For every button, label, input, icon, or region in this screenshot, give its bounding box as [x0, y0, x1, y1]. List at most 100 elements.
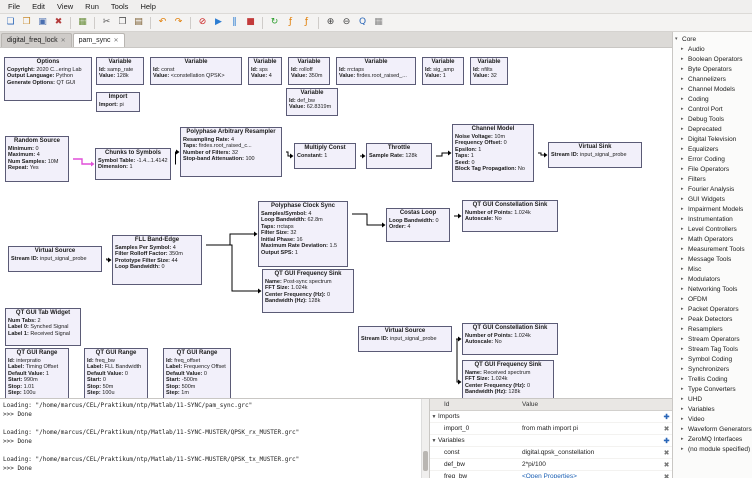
input-port[interactable] — [262, 288, 263, 296]
collapsed-arrow-icon[interactable]: ▸ — [681, 136, 686, 142]
collapsed-arrow-icon[interactable]: ▸ — [681, 246, 686, 252]
collapsed-arrow-icon[interactable]: ▸ — [681, 396, 686, 402]
block-multiply_const[interactable]: Multiply ConstConstant: 1 — [294, 143, 356, 169]
collapsed-arrow-icon[interactable]: ▸ — [681, 146, 686, 152]
remove-entry-icon[interactable]: ✖ — [661, 461, 672, 469]
library-item-waveform-generators[interactable]: ▸Waveform Generators — [673, 424, 752, 434]
collapsed-arrow-icon[interactable]: ▸ — [681, 126, 686, 132]
expanded-arrow-icon[interactable]: ▼ — [430, 438, 438, 444]
collapsed-arrow-icon[interactable]: ▸ — [681, 276, 686, 282]
execute-button[interactable]: ▶ — [211, 15, 226, 30]
input-port[interactable] — [180, 149, 181, 157]
collapsed-arrow-icon[interactable]: ▸ — [681, 236, 686, 242]
library-item-debug-tools[interactable]: ▸Debug Tools — [673, 114, 752, 124]
library-item-gui-widgets[interactable]: ▸GUI Widgets — [673, 194, 752, 204]
library-item-byte-operators[interactable]: ▸Byte Operators — [673, 64, 752, 74]
library-item-packet-operators[interactable]: ▸Packet Operators — [673, 304, 752, 314]
kill-button[interactable]: ■ — [243, 15, 258, 30]
output-port[interactable] — [281, 149, 282, 157]
flowgraph-properties-button[interactable]: ƒ — [283, 15, 298, 30]
library-item-ofdm[interactable]: ▸OFDM — [673, 294, 752, 304]
block-qtgui_range_freq_offset[interactable]: QT GUI RangeId: freq_offsetLabel: Freque… — [163, 348, 231, 398]
cut-button[interactable]: ✂ — [99, 15, 114, 30]
zoom-in-button[interactable]: ⊕ — [323, 15, 338, 30]
collapsed-arrow-icon[interactable]: ▸ — [681, 116, 686, 122]
output-port[interactable] — [451, 336, 452, 344]
console-scrollbar[interactable] — [421, 399, 429, 478]
collapsed-arrow-icon[interactable]: ▸ — [681, 416, 686, 422]
connection[interactable] — [175, 152, 176, 164]
library-item-misc[interactable]: ▸Misc — [673, 264, 752, 274]
open-file-button[interactable]: ❒ — [19, 15, 34, 30]
variable-row-const[interactable]: constdigital.qpsk_constellation✖ — [430, 447, 672, 459]
toggle-grid-button[interactable]: ▦ — [371, 15, 386, 30]
tab-digital_freq_lock[interactable]: digital_freq_lock✕ — [1, 33, 72, 47]
library-item-resamplers[interactable]: ▸Resamplers — [673, 324, 752, 334]
library-item-peak-detectors[interactable]: ▸Peak Detectors — [673, 314, 752, 324]
output-port[interactable] — [347, 211, 348, 219]
collapsed-arrow-icon[interactable]: ▸ — [681, 386, 686, 392]
collapsed-arrow-icon[interactable]: ▸ — [681, 76, 686, 82]
block-qtgui_const_sink_top[interactable]: QT GUI Constellation SinkNumber of Point… — [462, 200, 558, 232]
block-costas_loop[interactable]: Costas LoopLoop Bandwidth: 0Order: 4 — [386, 208, 450, 242]
block-qtgui_tab_widget[interactable]: QT GUI Tab WidgetNum Tabs: 2Label 0: Syn… — [5, 308, 81, 346]
add-entry-icon[interactable]: ✚ — [661, 437, 672, 445]
collapsed-arrow-icon[interactable]: ▸ — [681, 226, 686, 232]
library-item-trellis-coding[interactable]: ▸Trellis Coding — [673, 374, 752, 384]
add-entry-icon[interactable]: ✚ — [661, 413, 672, 421]
library-item-filters[interactable]: ▸Filters — [673, 174, 752, 184]
block-fll_band_edge[interactable]: FLL Band-EdgeSamples Per Symbol: 4Filter… — [112, 235, 202, 285]
paste-button[interactable]: ▤ — [131, 15, 146, 30]
collapsed-arrow-icon[interactable]: ▸ — [681, 86, 686, 92]
block-chunks_to_symbols[interactable]: Chunks to SymbolsSymbol Table: -1.4...1.… — [95, 148, 171, 180]
library-item-error-coding[interactable]: ▸Error Coding — [673, 154, 752, 164]
output-port[interactable] — [533, 150, 534, 158]
tab-pam_sync[interactable]: pam_sync✕ — [73, 33, 125, 47]
library-item-variables[interactable]: ▸Variables — [673, 404, 752, 414]
menu-tools[interactable]: Tools — [105, 0, 135, 13]
remove-entry-icon[interactable]: ✖ — [661, 425, 672, 433]
tab-close-icon[interactable]: ✕ — [61, 37, 66, 44]
library-item-type-converters[interactable]: ▸Type Converters — [673, 384, 752, 394]
collapsed-arrow-icon[interactable]: ▸ — [681, 96, 686, 102]
library-item-networking-tools[interactable]: ▸Networking Tools — [673, 284, 752, 294]
block-variable_const[interactable]: VariableId: constValue: <constellation Q… — [150, 57, 242, 85]
flowgraph-canvas[interactable]: OptionsCopyright: 2020 C...ering LabOutp… — [0, 48, 672, 398]
input-port[interactable] — [95, 161, 96, 169]
screen-capture-button[interactable]: ▦ — [75, 15, 90, 30]
block-variable_sig_amp[interactable]: VariableId: sig_ampValue: 1 — [422, 57, 464, 85]
collapsed-arrow-icon[interactable]: ▸ — [681, 216, 686, 222]
output-port[interactable] — [68, 156, 69, 164]
input-port[interactable] — [462, 213, 463, 221]
input-port[interactable] — [386, 222, 387, 230]
library-item-instrumentation[interactable]: ▸Instrumentation — [673, 214, 752, 224]
block-qtgui_range_freq_bw[interactable]: QT GUI RangeId: freq_bwLabel: FLL Bandwi… — [84, 348, 148, 398]
library-item-zeromq-interfaces[interactable]: ▸ZeroMQ Interfaces — [673, 434, 752, 444]
remove-entry-icon[interactable]: ✖ — [661, 449, 672, 457]
library-root-core[interactable]: ▾Core — [673, 34, 752, 44]
variable-row-import_0[interactable]: import_0from math import pi✖ — [430, 423, 672, 435]
library-item-symbol-coding[interactable]: ▸Symbol Coding — [673, 354, 752, 364]
output-port[interactable] — [347, 224, 348, 232]
block-variable_sps[interactable]: VariableId: spsValue: 4 — [248, 57, 282, 85]
connection[interactable] — [286, 152, 290, 156]
collapsed-arrow-icon[interactable]: ▸ — [681, 256, 686, 262]
library-item-channel-models[interactable]: ▸Channel Models — [673, 84, 752, 94]
pause-button[interactable]: ‖ — [227, 15, 242, 30]
output-port[interactable] — [347, 251, 348, 259]
collapsed-arrow-icon[interactable]: ▸ — [681, 266, 686, 272]
library-item-math-operators[interactable]: ▸Math Operators — [673, 234, 752, 244]
view-errors-button[interactable]: ⊘ — [195, 15, 210, 30]
block-variable_rrctaps[interactable]: VariableId: rrctapsValue: firdes.root_ra… — [336, 57, 416, 85]
output-port[interactable] — [101, 256, 102, 264]
library-item-file-operators[interactable]: ▸File Operators — [673, 164, 752, 174]
copy-button[interactable]: ❐ — [115, 15, 130, 30]
find-block-button[interactable]: Q — [355, 15, 370, 30]
connection[interactable] — [206, 234, 254, 245]
tab-close-icon[interactable]: ✕ — [114, 37, 119, 44]
expanded-arrow-icon[interactable]: ▾ — [675, 36, 680, 42]
collapsed-arrow-icon[interactable]: ▸ — [681, 406, 686, 412]
library-item-uhd[interactable]: ▸UHD — [673, 394, 752, 404]
output-port[interactable] — [449, 231, 450, 239]
redo-button[interactable]: ↷ — [171, 15, 186, 30]
